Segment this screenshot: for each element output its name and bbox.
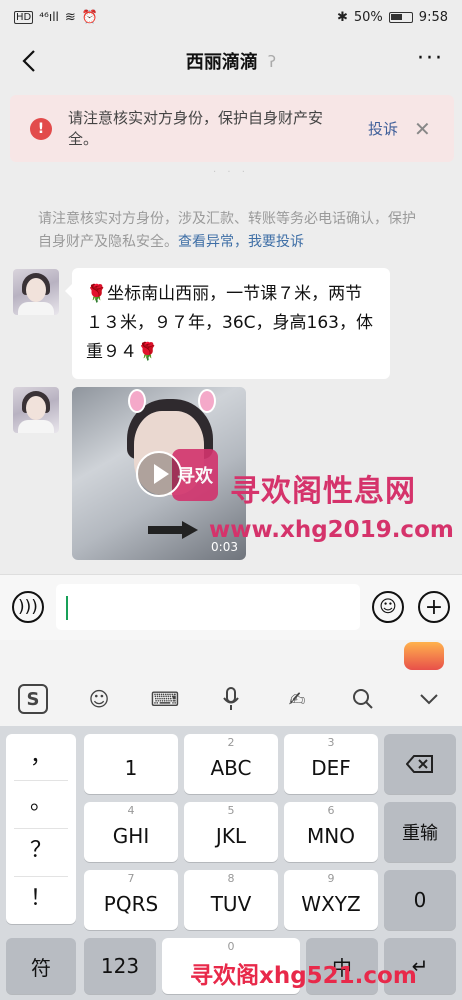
chat-header: 西丽滴滴 ʔ ··· [0, 34, 462, 88]
avatar[interactable] [13, 387, 59, 433]
text-caret [66, 596, 68, 620]
back-button[interactable] [14, 46, 44, 76]
ear-icon: ʔ [267, 51, 277, 71]
voice-icon: ))) [18, 597, 38, 617]
numbers-key[interactable]: 123 [84, 938, 156, 994]
voice-input-button[interactable]: ))) [12, 591, 44, 623]
status-bar: HD ⁴⁶ıll ≋ ⏰ ✱ 50% 9:58 [0, 0, 462, 34]
watermark-bottom: 寻欢阁xhg521.com [190, 963, 417, 989]
security-warning-banner: ! 请注意核实对方身份，保护自身财产安全。 投诉 ✕ [10, 95, 454, 162]
battery-percent: 50% [353, 9, 383, 25]
mascot-icon[interactable] [404, 642, 444, 670]
period-key[interactable]: 。 [6, 784, 76, 816]
keyboard: S ☺ ⌨ ✍ ， 。 ？ ！ 1 2 ABC 3 DEF 4 GHI 5 JK… [0, 640, 462, 1000]
key-abc[interactable]: 2 ABC [184, 734, 278, 794]
punctuation-column: ， 。 ？ ！ [6, 734, 76, 924]
key-tuv[interactable]: 8 TUV [184, 870, 278, 930]
key-jkl[interactable]: 5 JKL [184, 802, 278, 862]
emoji-icon[interactable]: ☺ [82, 682, 116, 716]
emoji-button[interactable]: ☺ [372, 591, 404, 623]
report-complaint-link[interactable]: 我要投诉 [248, 234, 304, 250]
more-actions-button[interactable]: + [418, 591, 450, 623]
question-key[interactable]: ？ [6, 832, 76, 864]
alert-icon: ! [30, 117, 52, 140]
view-abnormal-link[interactable]: 查看异常 [178, 234, 234, 250]
bunny-ears-decoration [124, 389, 220, 413]
hd-icon: HD [14, 10, 34, 24]
exclamation-key[interactable]: ！ [6, 880, 76, 912]
chevron-left-icon [22, 50, 35, 72]
microphone-icon[interactable] [214, 682, 248, 716]
comma-key[interactable]: ， [6, 738, 76, 770]
sogou-icon[interactable]: S [18, 684, 48, 714]
key-0[interactable]: 0 [384, 870, 456, 930]
avatar[interactable] [13, 269, 59, 315]
keyboard-toolbar: S ☺ ⌨ ✍ [0, 640, 462, 726]
signal-icon: ⁴⁶ıll [39, 10, 59, 24]
play-icon[interactable] [136, 451, 182, 497]
key-wxyz[interactable]: 9 WXYZ [284, 870, 378, 930]
search-icon[interactable] [346, 682, 380, 716]
backspace-key[interactable] [384, 734, 456, 794]
chat-title: 西丽滴滴 [185, 52, 258, 73]
keyboard-icon[interactable]: ⌨ [148, 682, 182, 716]
chevron-down-icon[interactable] [412, 682, 446, 716]
key-mno[interactable]: 6 MNO [284, 802, 378, 862]
reenter-key[interactable]: 重输 [384, 802, 456, 862]
handwriting-icon[interactable]: ✍ [280, 682, 314, 716]
notice-separator: ， [234, 234, 248, 250]
report-link[interactable]: 投诉 [368, 118, 398, 139]
alarm-icon: ⏰ [81, 9, 98, 25]
key-1[interactable]: 1 [84, 734, 178, 794]
more-menu-button[interactable]: ··· [417, 46, 444, 71]
key-def[interactable]: 3 DEF [284, 734, 378, 794]
wifi-icon: ≋ [64, 9, 76, 25]
watermark-url: www.xhg2019.com [209, 517, 454, 543]
system-notice: 请注意核实对方身份，涉及汇款、转账等务必电话确认，保护自身财产及隐私安全。查看异… [38, 208, 428, 254]
symbols-key[interactable]: 符 [6, 938, 76, 994]
close-banner-button[interactable]: ✕ [414, 117, 431, 141]
clock: 9:58 [418, 9, 448, 25]
battery-icon [388, 11, 413, 23]
warning-text: 请注意核实对方身份，保护自身财产安全。 [68, 108, 324, 148]
chat-input-bar: ))) ☺ + [0, 574, 462, 640]
plus-icon: + [424, 594, 444, 620]
key-pqrs[interactable]: 7 PQRS [84, 870, 178, 930]
arrow-icon [148, 521, 200, 539]
message-input[interactable] [56, 584, 360, 630]
divider-dots: · · · [213, 167, 249, 178]
bluetooth-icon: ✱ [336, 9, 348, 25]
key-ghi[interactable]: 4 GHI [84, 802, 178, 862]
backspace-icon [406, 755, 433, 773]
smiley-icon: ☺ [379, 597, 397, 617]
watermark-title: 寻欢阁性息网 [230, 474, 416, 509]
message-bubble[interactable]: 🌹坐标南山西丽，一节课７米，两节１３米，９７年，36C，身高163，体重９４🌹 [65, 268, 390, 379]
